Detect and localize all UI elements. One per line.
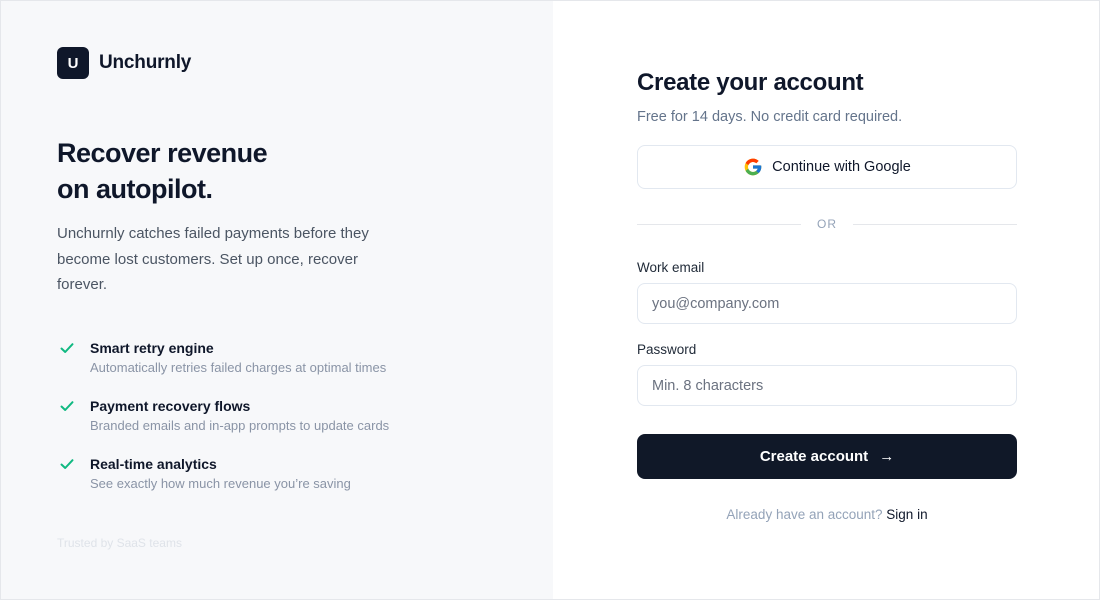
brand-logo[interactable]: U Unchurnly [57,47,191,79]
arrow-right-icon: → [879,448,895,465]
email-field[interactable] [637,283,1017,324]
or-divider: OR [637,215,1017,233]
marketing-panel: U Unchurnly Recover revenue on autopilot… [1,1,553,599]
signup-page: U Unchurnly Recover revenue on autopilot… [0,0,1100,600]
divider-line [637,223,801,225]
feature-title: Payment recovery flows [90,398,251,414]
google-button-label: Continue with Google [772,159,911,175]
email-label: Work email [637,260,705,275]
signin-prompt: Already have an account? Sign in [637,507,1017,522]
feature-title: Real-time analytics [90,456,217,472]
signin-prompt-text: Already have an account? [726,507,883,522]
feature-description: Automatically retries failed charges at … [90,360,387,375]
hero-heading: Recover revenue on autopilot. [57,135,357,207]
logo-mark: U [57,47,89,79]
hero-description: Unchurnly catches failed payments before… [57,225,369,293]
password-field[interactable] [637,365,1017,406]
brand-name: Unchurnly [99,52,192,73]
create-account-button[interactable]: Create account → [637,434,1017,479]
divider-line [853,223,1017,225]
feature-item: Smart retry engine Automatically retries… [59,337,389,395]
check-icon [59,456,75,472]
feature-list: Smart retry engine Automatically retries… [59,337,389,511]
trusted-by-text: Trusted by SaaS teams [57,536,182,550]
form-title: Create your account [637,69,864,96]
hero-line-2: on autopilot. [57,174,213,204]
feature-description: See exactly how much revenue you’re savi… [90,476,351,491]
continue-with-google-button[interactable]: Continue with Google [637,145,1017,189]
create-account-label: Create account [759,448,869,465]
signup-form: Create your account Free for 14 days. No… [637,67,1017,522]
signup-panel: Create your account Free for 14 days. No… [553,1,1099,599]
feature-item: Real-time analytics See exactly how much… [59,453,389,511]
feature-description: Branded emails and in-app prompts to upd… [90,418,390,433]
form-subtitle: Free for 14 days. No credit card require… [637,109,903,125]
hero-line-1: Recover revenue [57,138,268,168]
feature-title: Smart retry engine [90,340,214,356]
feature-item: Payment recovery flows Branded emails an… [59,395,389,453]
check-icon [59,340,75,356]
check-icon [59,398,75,414]
password-label: Password [637,342,697,357]
divider-or-text: OR [817,217,837,231]
sign-in-link[interactable]: Sign in [886,507,927,522]
google-icon [743,157,763,177]
